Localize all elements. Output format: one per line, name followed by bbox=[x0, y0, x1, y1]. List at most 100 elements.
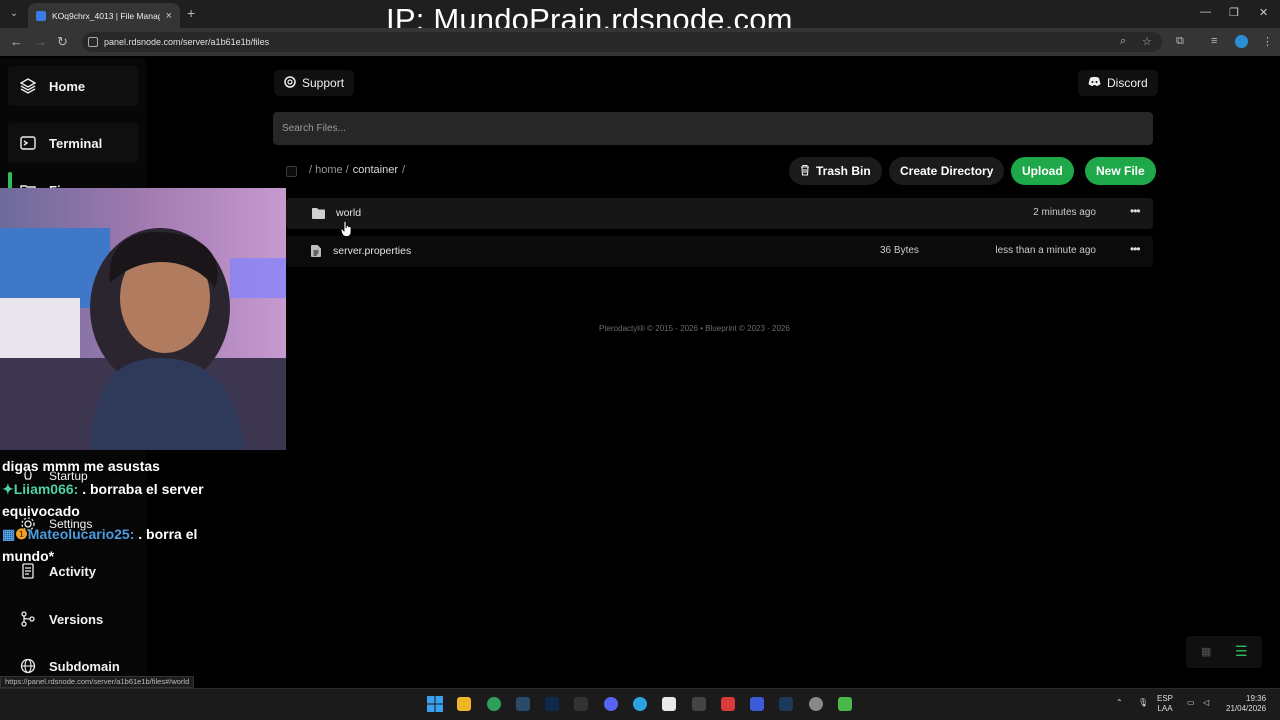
badge-icon: ▦ bbox=[2, 526, 16, 542]
tray-chevron-icon[interactable]: ⌃ bbox=[1116, 698, 1123, 708]
microphone-icon[interactable]: 🎙 bbox=[1138, 698, 1148, 708]
chrome-icon[interactable] bbox=[487, 697, 501, 711]
chat-username: Liiam066: bbox=[13, 481, 79, 497]
grid-view-icon[interactable]: ▦ bbox=[1201, 645, 1211, 658]
hand-cursor-icon bbox=[340, 220, 353, 242]
trash-bin-button[interactable]: Trash Bin bbox=[789, 157, 882, 185]
app-icon[interactable] bbox=[750, 697, 764, 711]
breadcrumb-home[interactable]: / home / bbox=[309, 164, 349, 176]
file-modified: 2 minutes ago bbox=[1033, 207, 1096, 218]
sparkle-icon: ✦ bbox=[2, 481, 14, 497]
breadcrumb: / home / container / bbox=[309, 164, 405, 176]
support-button[interactable]: Support bbox=[274, 70, 355, 96]
support-label: Support bbox=[302, 76, 345, 90]
search-input[interactable] bbox=[273, 112, 1153, 145]
minecraft-icon[interactable] bbox=[838, 697, 852, 711]
file-row-world[interactable]: world 2 minutes ago ••• bbox=[286, 198, 1153, 229]
steam-app-icon[interactable] bbox=[779, 697, 793, 711]
terminal-icon bbox=[19, 134, 37, 152]
trash-icon bbox=[800, 164, 810, 179]
page-footer: Pterodactyl® © 2015 - 2026 • Blueprint ©… bbox=[599, 324, 790, 333]
chat-line: equivocado bbox=[2, 503, 80, 519]
obs-icon[interactable] bbox=[692, 697, 706, 711]
tab-favicon-icon bbox=[36, 10, 46, 21]
browser-tab[interactable]: KOq9chrx_4013 | File Manager × bbox=[28, 3, 180, 28]
windows-start-icon[interactable] bbox=[427, 696, 443, 712]
file-row-server-properties[interactable]: server.properties 36 Bytes less than a m… bbox=[286, 236, 1153, 267]
close-window-icon[interactable]: ✕ bbox=[1259, 6, 1268, 19]
site-info-icon[interactable] bbox=[88, 37, 98, 47]
language-indicator[interactable]: ESP LAA bbox=[1157, 694, 1173, 714]
select-all-checkbox[interactable] bbox=[286, 166, 297, 177]
clock-time: 19:36 bbox=[1246, 694, 1267, 703]
profile-avatar[interactable] bbox=[1235, 35, 1248, 48]
sidebar-item-label: Activity bbox=[49, 563, 96, 579]
sidebar-item-home[interactable]: Home bbox=[8, 66, 138, 106]
sidebar-item-label: Subdomain bbox=[49, 658, 120, 674]
branch-icon bbox=[19, 610, 37, 628]
webcam-overlay bbox=[0, 188, 286, 450]
chat-username: Mateolucario25: bbox=[27, 526, 135, 542]
app-icon[interactable] bbox=[809, 697, 823, 711]
clock-date: 21/04/2026 bbox=[1226, 704, 1267, 713]
status-url: https://panel.rdsnode.com/server/a1b61e1… bbox=[0, 676, 195, 688]
media-icon[interactable]: ≡ bbox=[1211, 35, 1217, 47]
network-icon[interactable]: ▭ bbox=[1187, 698, 1195, 708]
steam-icon[interactable] bbox=[516, 697, 530, 711]
discord-icon bbox=[1088, 76, 1101, 90]
forward-icon[interactable]: → bbox=[34, 34, 47, 49]
layers-icon bbox=[19, 77, 37, 95]
more-options-icon[interactable]: ••• bbox=[1130, 204, 1141, 218]
minimize-icon[interactable]: — bbox=[1200, 6, 1211, 18]
chat-message: . borraba el server bbox=[78, 481, 204, 497]
chat-line: digas mmm me asustas bbox=[2, 458, 160, 474]
language-code: ESP bbox=[1157, 694, 1174, 703]
sidebar-item-label: Home bbox=[49, 78, 86, 94]
scroll-icon bbox=[19, 562, 37, 580]
folder-icon bbox=[312, 206, 325, 224]
epic-games-icon[interactable] bbox=[574, 697, 588, 711]
breadcrumb-current[interactable]: container bbox=[353, 164, 398, 176]
file-modified: less than a minute ago bbox=[995, 245, 1096, 256]
extensions-icon[interactable]: ⧉ bbox=[1176, 35, 1184, 48]
capcut-icon[interactable] bbox=[662, 697, 676, 711]
new-file-label: New File bbox=[1096, 164, 1145, 178]
discord-button[interactable]: Discord bbox=[1078, 70, 1158, 96]
photoshop-icon[interactable] bbox=[545, 697, 559, 711]
file-icon bbox=[311, 244, 321, 262]
chat-message: . borra el bbox=[134, 526, 198, 542]
bookmark-star-icon[interactable]: ☆ bbox=[1142, 35, 1152, 48]
file-name[interactable]: server.properties bbox=[333, 245, 411, 257]
sidebar-item-versions[interactable]: Versions bbox=[8, 599, 138, 639]
restore-icon[interactable]: ❐ bbox=[1229, 6, 1239, 19]
lifebuoy-icon bbox=[284, 75, 296, 91]
telegram-icon[interactable] bbox=[633, 697, 647, 711]
upload-label: Upload bbox=[1022, 164, 1063, 178]
back-icon[interactable]: ← bbox=[10, 34, 23, 49]
volume-icon[interactable]: ◁ bbox=[1203, 698, 1209, 708]
tab-search-icon[interactable]: ⌄ bbox=[6, 6, 22, 22]
create-directory-button[interactable]: Create Directory bbox=[889, 157, 1005, 185]
file-name[interactable]: world bbox=[336, 207, 361, 219]
new-tab-icon[interactable]: + bbox=[187, 5, 195, 21]
tab-close-icon[interactable]: × bbox=[166, 10, 172, 22]
badge-icon: ❶ bbox=[15, 526, 28, 542]
zoom-icon[interactable]: ⌕ bbox=[1120, 35, 1126, 48]
discord-taskbar-icon[interactable] bbox=[604, 697, 618, 711]
breadcrumb-trail: / bbox=[402, 164, 406, 176]
app-icon[interactable] bbox=[721, 697, 735, 711]
browser-menu-icon[interactable]: ⋮ bbox=[1262, 35, 1273, 48]
sidebar-item-label: Terminal bbox=[49, 135, 103, 151]
new-file-button[interactable]: New File bbox=[1085, 157, 1156, 185]
sidebar-item-terminal[interactable]: Terminal bbox=[8, 123, 138, 163]
reload-icon[interactable]: ↻ bbox=[57, 34, 68, 50]
chat-line: ▦❶Mateolucario25: . borra el bbox=[2, 526, 197, 543]
address-bar[interactable]: panel.rdsnode.com/server/a1b61e1b/files bbox=[82, 32, 1162, 52]
file-explorer-icon[interactable] bbox=[457, 697, 471, 711]
clock[interactable]: 19:36 21/04/2026 bbox=[1226, 694, 1266, 714]
list-view-icon[interactable]: ☰ bbox=[1235, 643, 1248, 660]
tab-title: KOq9chrx_4013 | File Manager bbox=[52, 10, 160, 21]
upload-button[interactable]: Upload bbox=[1011, 157, 1074, 185]
chat-line: ✦Liiam066: . borraba el server bbox=[2, 481, 204, 498]
more-options-icon[interactable]: ••• bbox=[1130, 242, 1141, 256]
